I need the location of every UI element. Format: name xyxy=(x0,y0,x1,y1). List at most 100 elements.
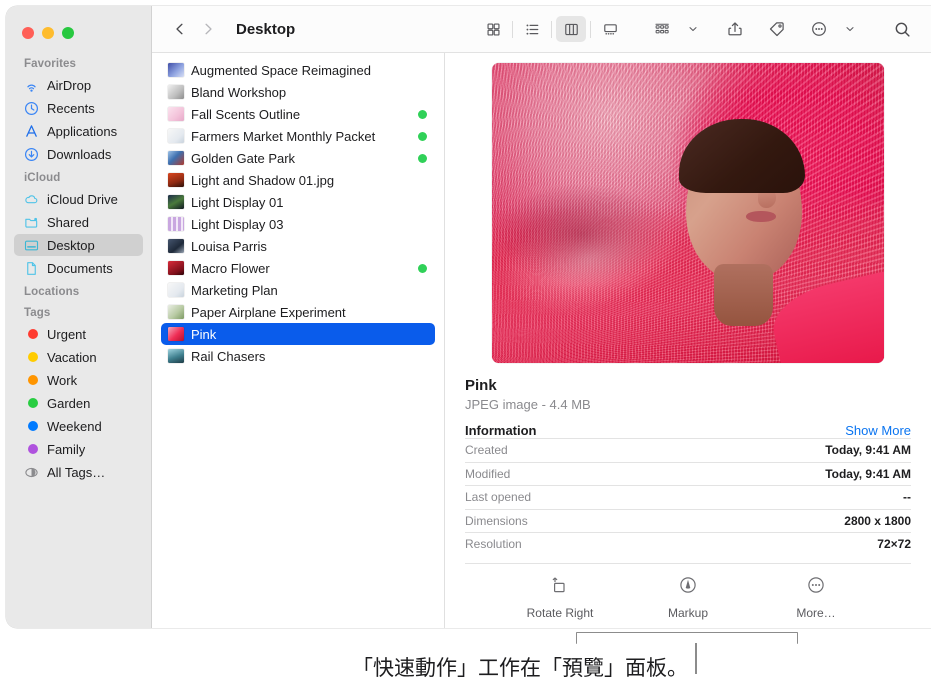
file-name: Light and Shadow 01.jpg xyxy=(191,172,335,188)
sidebar-item-downloads[interactable]: Downloads xyxy=(14,143,143,165)
sidebar-item-documents[interactable]: Documents xyxy=(14,257,143,279)
file-row[interactable]: Macro Flower xyxy=(161,257,435,279)
sidebar-header-tags: Tags xyxy=(24,307,51,319)
gallery-view-button[interactable] xyxy=(595,16,625,42)
tag-dot-icon xyxy=(23,418,39,434)
file-thumbnail-icon xyxy=(168,239,184,253)
info-row: Dimensions 2800 x 1800 xyxy=(465,508,911,533)
file-name: Bland Workshop xyxy=(191,84,287,100)
zoom-button[interactable] xyxy=(62,27,74,39)
file-row[interactable]: Light Display 03 xyxy=(161,213,435,235)
file-tag-dot xyxy=(418,109,427,119)
file-row[interactable]: Farmers Market Monthly Packet xyxy=(161,125,435,147)
info-row: Resolution 72×72 xyxy=(465,532,911,556)
file-row[interactable]: Golden Gate Park xyxy=(161,147,435,169)
file-row[interactable]: Marketing Plan xyxy=(161,279,435,301)
sidebar-item-all-tags[interactable]: All Tags… xyxy=(14,461,143,483)
more-actions-chevron-down-icon[interactable] xyxy=(835,16,865,42)
file-thumbnail-icon xyxy=(168,283,184,297)
sidebar-item-tag-weekend[interactable]: Weekend xyxy=(14,415,143,437)
file-thumbnail-icon xyxy=(168,305,184,319)
file-name: Macro Flower xyxy=(191,260,270,276)
file-row[interactable]: Bland Workshop xyxy=(161,81,435,103)
file-thumbnail-icon xyxy=(168,63,184,77)
file-row[interactable]: Paper Airplane Experiment xyxy=(161,301,435,323)
file-row[interactable]: Light Display 01 xyxy=(161,191,435,213)
information-title: Information xyxy=(465,423,537,438)
file-row[interactable]: Augmented Space Reimagined xyxy=(161,59,435,81)
info-value: Today, 9:41 AM xyxy=(825,466,911,481)
file-name: Golden Gate Park xyxy=(191,150,296,166)
shared-folder-icon xyxy=(23,214,39,230)
column-view-button[interactable] xyxy=(556,16,586,42)
quick-action-more[interactable]: More… xyxy=(780,575,852,620)
info-row: Modified Today, 9:41 AM xyxy=(465,461,911,486)
file-name: Fall Scents Outline xyxy=(191,106,301,122)
file-row[interactable]: Light and Shadow 01.jpg xyxy=(161,169,435,191)
sidebar-item-label: Applications xyxy=(47,123,118,139)
file-row[interactable]: Rail Chasers xyxy=(161,345,435,367)
file-name: Louisa Parris xyxy=(191,238,267,254)
sidebar-item-tag-urgent[interactable]: Urgent xyxy=(14,323,143,345)
sidebar-item-label: Garden xyxy=(47,395,91,411)
quick-action-rotate-right[interactable]: Rotate Right xyxy=(524,575,596,620)
airdrop-icon xyxy=(23,77,39,93)
tag-dot-icon xyxy=(23,395,39,411)
sidebar-item-icloud-drive[interactable]: iCloud Drive xyxy=(14,188,143,210)
desktop-icon xyxy=(23,237,39,253)
page-title: Desktop xyxy=(236,20,296,38)
forward-button[interactable] xyxy=(194,15,222,43)
icon-view-button[interactable] xyxy=(478,16,508,42)
rotate-right-icon xyxy=(550,575,570,600)
sidebar-item-tag-garden[interactable]: Garden xyxy=(14,392,143,414)
preview-image-container xyxy=(456,53,920,363)
traffic-lights xyxy=(22,27,74,39)
info-key: Last opened xyxy=(465,490,532,505)
applications-icon xyxy=(23,123,39,139)
file-row[interactable]: Louisa Parris xyxy=(161,235,435,257)
quick-action-label: Rotate Right xyxy=(526,605,594,620)
tags-button[interactable] xyxy=(762,16,792,42)
group-by-chevron-down-icon[interactable] xyxy=(678,16,708,42)
sidebar-item-applications[interactable]: Applications xyxy=(14,120,143,142)
preview-file-subtitle: JPEG image - 4.4 MB xyxy=(465,397,591,412)
quick-actions: Rotate Right Markup More… xyxy=(456,564,920,620)
share-button[interactable] xyxy=(720,16,750,42)
sidebar-item-tag-work[interactable]: Work xyxy=(14,369,143,391)
list-view-button[interactable] xyxy=(517,16,547,42)
sidebar-item-recents[interactable]: Recents xyxy=(14,97,143,119)
file-row[interactable]: Fall Scents Outline xyxy=(161,103,435,125)
quick-action-markup[interactable]: Markup xyxy=(652,575,724,620)
sidebar-item-label: Desktop xyxy=(47,237,95,253)
sidebar-item-label: Weekend xyxy=(47,418,102,434)
quick-action-label: Markup xyxy=(667,605,708,620)
show-more-link[interactable]: Show More xyxy=(845,423,911,438)
toolbar: Desktop xyxy=(152,6,931,53)
minimize-button[interactable] xyxy=(42,27,54,39)
info-key: Resolution xyxy=(465,537,522,552)
more-actions-button[interactable] xyxy=(804,16,834,42)
file-thumbnail-icon xyxy=(168,173,184,187)
sidebar-header-favorites: Favorites xyxy=(24,58,77,70)
sidebar-item-tag-vacation[interactable]: Vacation xyxy=(14,346,143,368)
group-by-button[interactable] xyxy=(647,16,677,42)
back-button[interactable] xyxy=(166,15,194,43)
sidebar-item-label: Downloads xyxy=(47,146,112,162)
search-button[interactable] xyxy=(887,16,917,42)
sidebar-item-airdrop[interactable]: AirDrop xyxy=(14,74,143,96)
file-row-selected[interactable]: Pink xyxy=(161,323,435,345)
info-value: -- xyxy=(903,490,911,505)
close-button[interactable] xyxy=(22,27,34,39)
sidebar-item-shared[interactable]: Shared xyxy=(14,211,143,233)
callout-bracket xyxy=(576,632,798,644)
file-thumbnail-icon xyxy=(168,327,184,341)
file-name: Pink xyxy=(191,326,217,342)
preview-panel: Pink JPEG image - 4.4 MB Information Sho… xyxy=(445,53,931,628)
clock-icon xyxy=(23,100,39,116)
info-row: Created Today, 9:41 AM xyxy=(465,438,911,462)
file-list[interactable]: Augmented Space Reimagined Bland Worksho… xyxy=(152,53,445,628)
all-tags-icon xyxy=(23,464,39,480)
sidebar-item-desktop[interactable]: Desktop xyxy=(14,234,143,256)
sidebar-item-tag-family[interactable]: Family xyxy=(14,438,143,460)
info-key: Modified xyxy=(465,466,511,481)
